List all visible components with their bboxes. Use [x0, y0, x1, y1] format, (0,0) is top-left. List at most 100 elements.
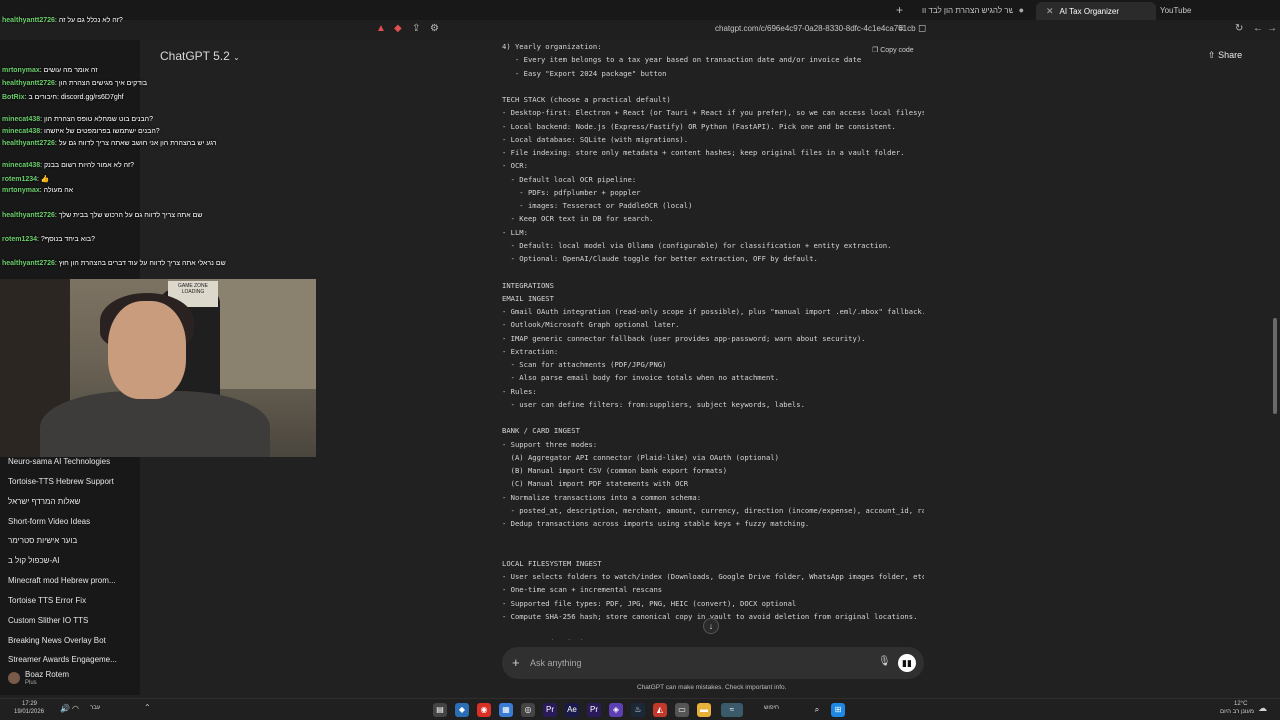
app-icon[interactable]: ◈ [609, 703, 623, 717]
chat-message: healthyantt2726: רגע יש בהצהרת הון אני ח… [2, 140, 217, 147]
scrollbar[interactable] [1273, 318, 1277, 414]
upload-icon: ⇧ [1208, 50, 1216, 60]
voice-mode-button[interactable]: ▮▮ [898, 654, 916, 672]
code-line: - File indexing: store only metadata + c… [502, 148, 905, 157]
speaker-icon[interactable]: 🔊 [60, 704, 70, 713]
code-line: - Local backend: Node.js (Express/Fastif… [502, 121, 896, 131]
chat-message: minecat438: זה לא אמור להיות רשום בבנק? [2, 162, 135, 169]
close-icon[interactable]: ● [1019, 5, 1024, 15]
sidebar-item-streamer-awards[interactable]: Streamer Awards Engageme... [8, 655, 117, 664]
share-button[interactable]: ⇧ Share [1208, 50, 1242, 61]
code-block: 4) Yearly organization: - Every item bel… [502, 40, 924, 640]
reload-icon[interactable]: ↻ [1235, 23, 1243, 34]
code-line: - Dedup transactions across imports usin… [502, 519, 810, 528]
code-line: 4) Yearly organization: [502, 42, 602, 51]
weather-temp[interactable]: 12°C [1234, 701, 1247, 707]
sidebar-item-tortoise-error[interactable]: Tortoise TTS Error Fix [8, 596, 86, 605]
code-line: (B) Manual import CSV (common bank expor… [502, 466, 728, 475]
sidebar-item-slither-tts[interactable]: Custom Slither IO TTS [8, 616, 88, 625]
tab-youtube[interactable]: YouTube [1150, 1, 1201, 19]
microphone-icon[interactable]: 🎙 [878, 656, 891, 667]
code-line: - Extraction: [502, 346, 559, 356]
premiere-icon[interactable]: Pr [543, 703, 557, 717]
scroll-to-bottom-button[interactable]: ↓ [703, 618, 719, 634]
sidebar-item-minecraft-mod[interactable]: Minecraft mod Hebrew prom... [8, 576, 116, 585]
tab-ai-tax-organizer[interactable]: ✕ AI Tax Organizer [1036, 2, 1156, 20]
weather-icon[interactable]: ☁ [1258, 703, 1267, 714]
windows-start-icon[interactable]: ⊞ [831, 703, 845, 717]
docs-icon[interactable]: ▦ [499, 703, 513, 717]
code-line: - Desktop-first: Electron + React (or Ta… [502, 108, 924, 118]
code-line: INTEGRATIONS [502, 280, 554, 290]
app-icon[interactable]: ◎ [521, 703, 535, 717]
chat-message: BotRix: חיבורים ב: discord.gg/rs6D7ghf [2, 94, 124, 101]
chat-message: healthyantt2726: שם נראלי אתה צריך לדווח… [2, 260, 226, 267]
forward-icon[interactable]: ← [1253, 23, 1263, 34]
bookmark-icon[interactable]: ◻ [918, 23, 926, 34]
url-text[interactable]: chatgpt.com/c/696e4c97-0a28-8330-8dfc-4c… [715, 24, 916, 33]
back-icon[interactable]: → [1267, 23, 1277, 34]
sidebar-item-tortoise-hebrew[interactable]: Tortoise-TTS Hebrew Support [8, 477, 114, 486]
code-line: - Support three modes: [502, 439, 598, 449]
code-line: DATA MODEL (SQLite) [502, 636, 924, 640]
code-line: - posted_at, description, merchant, amou… [502, 505, 924, 515]
sidebar-item-chase-questions[interactable]: שאלות המרדף ישראל [8, 497, 80, 506]
close-icon[interactable]: ✕ [1046, 6, 1054, 17]
weather-desc[interactable]: מעונן רב היום [1220, 709, 1254, 715]
taskbar-search[interactable]: חיפוש [764, 705, 779, 711]
wifi-icon[interactable]: ◠ [72, 704, 79, 713]
code-line: - Default local OCR pipeline: [502, 174, 637, 184]
premiere-icon[interactable]: Pr [587, 703, 601, 717]
share-icon[interactable]: ⇪ [412, 23, 420, 34]
sidebar-item-neuro-sama[interactable]: Neuro-sama AI Technologies [8, 457, 110, 466]
shield-icon[interactable]: ◆ [394, 23, 402, 34]
brave-icon[interactable]: ◭ [653, 703, 667, 717]
code-line: - Default: local model via Ollama (confi… [502, 240, 892, 250]
sidebar-item-breaking-news[interactable]: Breaking News Overlay Bot [8, 636, 106, 645]
code-line: EMAIL INGEST [502, 293, 554, 303]
after-effects-icon[interactable]: Ae [565, 703, 579, 717]
site-settings-icon[interactable]: ⚙ [430, 23, 439, 34]
streamer-face [108, 301, 186, 399]
tune-icon[interactable]: ≡ [898, 23, 904, 34]
keyboard-lang[interactable]: עבר [90, 705, 100, 711]
app-icon[interactable]: ≈ [721, 703, 743, 717]
code-line: - Local database: SQLite (with migration… [502, 134, 689, 144]
code-line: - PDFs: pdfplumber + poppler [502, 187, 641, 197]
taskbar: 17:29 19/01/2026 🔊 ◠ עבר ⌃ ▤ ◆ ◉ ▦ ◎ Pr … [0, 698, 1280, 720]
user-plan: Plus [25, 680, 37, 686]
composer: + 🎙 ▮▮ [502, 647, 924, 679]
warning-icon[interactable]: ▲ [376, 23, 386, 34]
chevron-up-icon[interactable]: ⌃ [144, 703, 151, 712]
chrome-icon[interactable]: ◉ [477, 703, 491, 717]
code-line: - Rules: [502, 386, 537, 396]
code-line: - Optional: OpenAI/Claude toggle for bet… [502, 254, 818, 263]
code-line: - One-time scan + incremental rescans [502, 585, 663, 595]
plus-icon[interactable]: + [512, 655, 520, 670]
sidebar-item-streamer-personality[interactable]: בוער אישיות סטרימר [8, 536, 77, 545]
new-tab-icon[interactable]: + [896, 3, 903, 17]
tab-label: AI Tax Organizer [1059, 6, 1119, 16]
search-icon[interactable]: ⌕ [810, 703, 824, 717]
sidebar-item-voice-clone[interactable]: שכפול קול ב-AI [8, 556, 60, 565]
prompt-input[interactable] [530, 656, 870, 670]
code-line: - IMAP generic connector fallback (user … [502, 333, 866, 343]
steam-icon[interactable]: ♨ [631, 703, 645, 717]
code-line: BANK / CARD INGEST [502, 426, 580, 436]
code-line: - Easy "Export 2024 package" button [502, 68, 667, 78]
tab-label: האם אפשר להגיש הצהרת הון לבד וו [922, 5, 1013, 15]
app-icon[interactable]: ▭ [675, 703, 689, 717]
chat-message: rotem1234: 👍 [2, 176, 50, 183]
code-line: TECH STACK (choose a practical default) [502, 95, 671, 104]
code-line: - User selects folders to watch/index (D… [502, 572, 924, 581]
avatar [8, 672, 20, 684]
sidebar-item-short-form[interactable]: Short-form Video Ideas [8, 517, 90, 526]
app-icon[interactable]: ◆ [455, 703, 469, 717]
code-line: - Gmail OAuth integration (read-only sco… [502, 307, 924, 316]
tab-tax-statement[interactable]: האם אפשר להגיש הצהרת הון לבד וו ● [912, 1, 1034, 19]
folder-icon[interactable]: ▬ [697, 703, 711, 717]
code-line: - user can define filters: from:supplier… [502, 399, 805, 409]
terminal-icon[interactable]: ▤ [433, 703, 447, 717]
